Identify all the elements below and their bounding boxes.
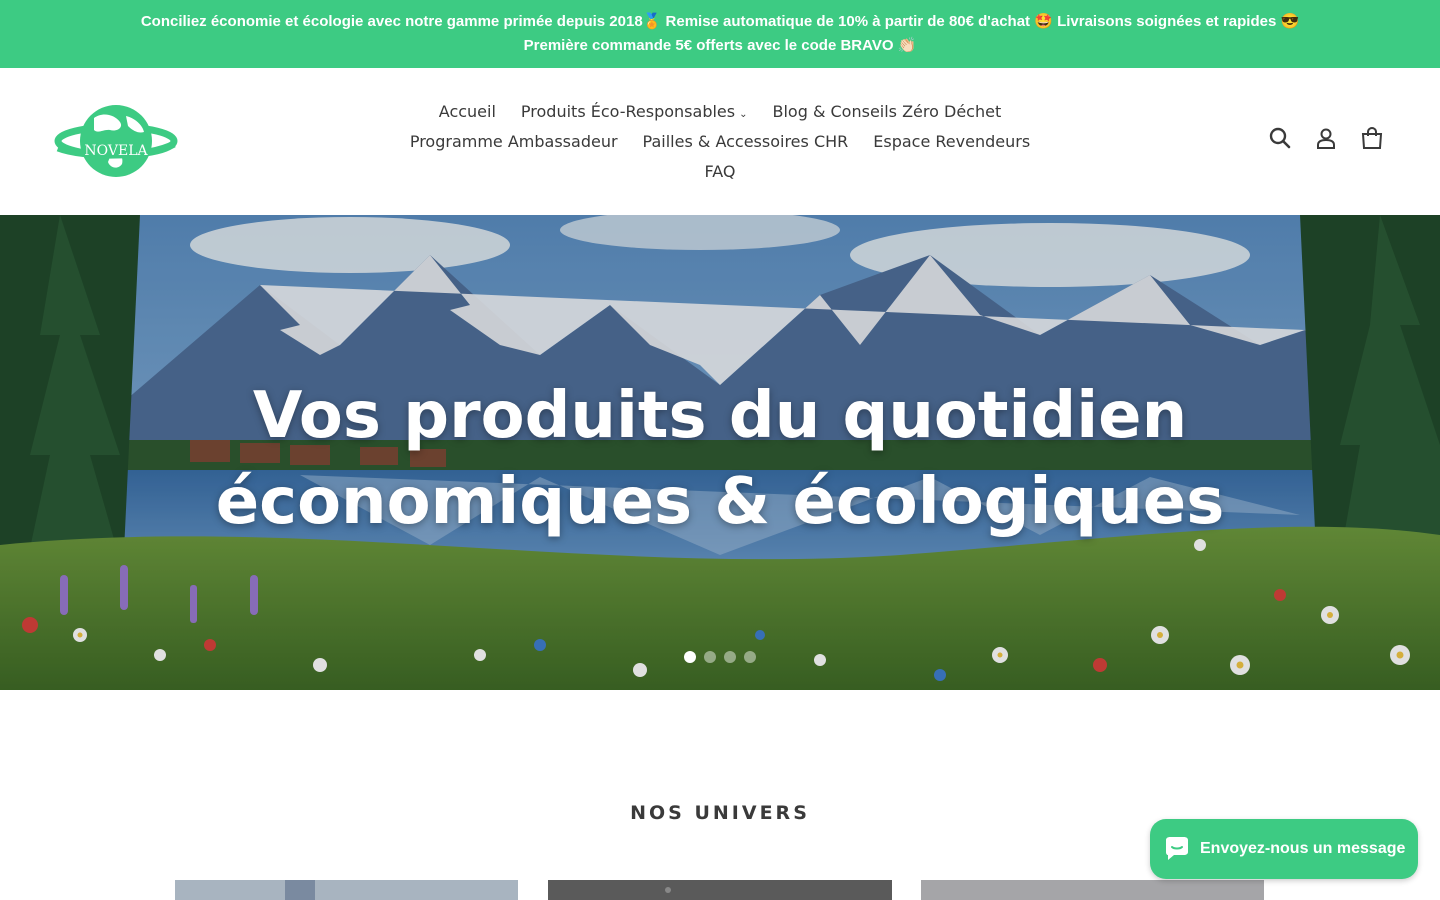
- hero-title-line-1: Vos produits du quotidien: [252, 379, 1188, 453]
- nav-item-ambassadeur[interactable]: Programme Ambassadeur: [397, 132, 630, 151]
- nav-item-faq[interactable]: FAQ: [692, 162, 748, 181]
- chat-widget-button[interactable]: Envoyez-nous un message: [1150, 819, 1418, 879]
- hero-slideshow: Vos produits du quotidien économiques & …: [0, 215, 1440, 690]
- slideshow-dots: [684, 651, 756, 663]
- announcement-line-2: Première commande 5€ offerts avec le cod…: [523, 37, 917, 54]
- collection-cards: [175, 880, 1264, 900]
- nav-item-accueil[interactable]: Accueil: [426, 102, 508, 121]
- announcement-line-1: Conciliez économie et écologie avec notr…: [140, 13, 1300, 30]
- collection-card-1[interactable]: [175, 880, 518, 900]
- hero-title-line-2: économiques & écologiques: [215, 465, 1225, 539]
- slide-dot-3[interactable]: [724, 651, 736, 663]
- nav-row-1: Accueil Produits Éco-Responsables ⌄ Blog …: [360, 96, 1080, 126]
- nav-item-revendeurs[interactable]: Espace Revendeurs: [861, 132, 1043, 151]
- hero-title: Vos produits du quotidien économiques & …: [0, 373, 1440, 545]
- main-nav: Accueil Produits Éco-Responsables ⌄ Blog …: [360, 96, 1080, 186]
- collection-card-3[interactable]: [921, 880, 1264, 900]
- slide-dot-1[interactable]: [684, 651, 696, 663]
- nav-item-produits-label: Produits Éco-Responsables: [520, 101, 736, 121]
- chat-widget-label: Envoyez-nous un message: [1200, 840, 1406, 857]
- cart-icon[interactable]: [1360, 126, 1384, 150]
- chevron-down-icon: ⌄: [739, 108, 748, 120]
- chat-bubble-icon: [1166, 837, 1188, 860]
- nav-item-produits[interactable]: Produits Éco-Responsables ⌄: [508, 102, 760, 121]
- site-header: NOVELA Accueil Produits Éco-Responsables…: [0, 68, 1440, 215]
- nav-item-blog[interactable]: Blog & Conseils Zéro Déchet: [760, 102, 1014, 121]
- brand-logo[interactable]: NOVELA: [54, 102, 178, 180]
- nav-row-2: Programme Ambassadeur Pailles & Accessoi…: [360, 126, 1080, 156]
- svg-text:NOVELA: NOVELA: [84, 143, 148, 159]
- slide-dot-2[interactable]: [704, 651, 716, 663]
- header-icons: [1268, 126, 1384, 150]
- nav-row-3: FAQ: [360, 156, 1080, 186]
- collection-card-2[interactable]: [548, 880, 892, 900]
- search-icon[interactable]: [1268, 126, 1292, 150]
- nav-item-pailles[interactable]: Pailles & Accessoires CHR: [630, 132, 861, 151]
- announcement-bar: Conciliez économie et écologie avec notr…: [0, 0, 1440, 68]
- slide-dot-4[interactable]: [744, 651, 756, 663]
- account-icon[interactable]: [1314, 126, 1338, 150]
